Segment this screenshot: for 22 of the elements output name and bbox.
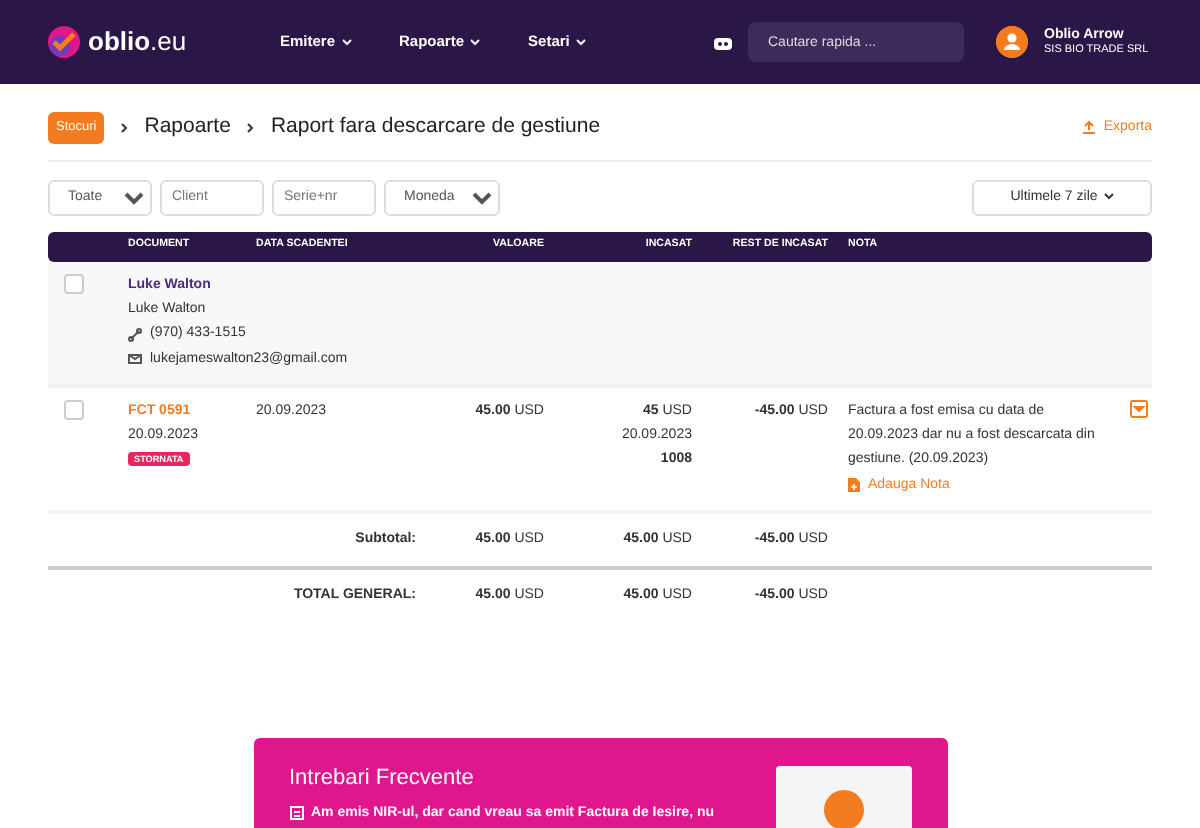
upload-icon (1081, 120, 1096, 135)
chevron-down-icon (575, 38, 586, 47)
robot-icon[interactable] (714, 35, 732, 49)
chevron-icon (120, 121, 129, 134)
chevron-down-icon (1103, 191, 1114, 200)
breadcrumb-link[interactable]: Rapoarte (144, 112, 231, 144)
chevron-icon (246, 121, 255, 134)
avatar-icon[interactable] (996, 26, 1028, 58)
document-icon (289, 806, 303, 821)
play-icon[interactable] (823, 790, 863, 828)
phone-icon (128, 327, 142, 342)
logo-text[interactable]: oblio.eu (88, 22, 187, 62)
video-thumbnail[interactable] (775, 766, 911, 828)
email-icon (128, 352, 142, 367)
logo-icon (48, 26, 80, 58)
chevron-down-icon (341, 38, 352, 47)
row-checkbox[interactable] (64, 399, 84, 420)
row-checkbox[interactable] (64, 273, 84, 294)
faq-title: Intrebari Frecvente (289, 764, 474, 794)
add-file-icon (848, 478, 860, 493)
chevron-down-icon (470, 38, 481, 47)
page-title: Raport fara descarcare de gestiune (270, 112, 601, 142)
